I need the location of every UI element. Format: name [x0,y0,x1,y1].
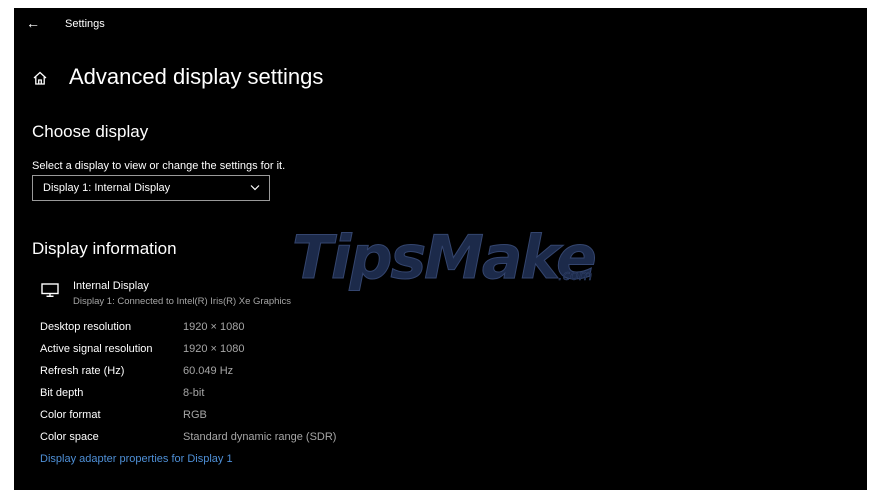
chevron-down-icon [250,185,260,191]
svg-text:.com: .com [558,268,592,284]
svg-text:TipsMake: TipsMake [292,223,595,293]
dropdown-selected-value: Display 1: Internal Display [43,182,171,194]
info-row-color-format: Color format RGB [40,409,640,431]
info-value: 1920 × 1080 [183,343,245,355]
choose-display-heading: Choose display [32,122,149,141]
info-value: RGB [183,409,207,421]
info-value: Standard dynamic range (SDR) [183,431,337,443]
tipsmake-watermark: TipsMake .com [292,223,598,294]
display-info-table: Desktop resolution 1920 × 1080 Active si… [40,321,640,453]
home-icon [33,71,47,85]
info-label: Color space [40,431,99,443]
info-label: Active signal resolution [40,343,153,355]
page-title: Advanced display settings [69,64,324,89]
back-arrow-icon[interactable]: ← [26,15,40,31]
info-value: 60.049 Hz [183,365,234,377]
info-value: 8-bit [183,387,205,399]
display-select-dropdown[interactable]: Display 1: Internal Display [32,175,270,201]
title-bar: ← Settings [14,8,867,38]
display-name: Internal Display [73,280,149,292]
display-information-heading: Display information [32,239,177,258]
info-value: 1920 × 1080 [183,321,245,333]
info-label: Refresh rate (Hz) [40,365,125,377]
info-row-refresh-rate: Refresh rate (Hz) 60.049 Hz [40,365,640,387]
info-row-desktop-resolution: Desktop resolution 1920 × 1080 [40,321,640,343]
monitor-icon [41,283,59,298]
info-label: Desktop resolution [40,321,132,333]
select-display-label: Select a display to view or change the s… [32,160,286,172]
info-label: Bit depth [40,387,84,399]
info-row-color-space: Color space Standard dynamic range (SDR) [40,431,640,453]
info-label: Color format [40,409,101,421]
app-title: Settings [65,18,105,30]
display-connection-info: Display 1: Connected to Intel(R) Iris(R)… [73,296,292,307]
info-row-active-signal-resolution: Active signal resolution 1920 × 1080 [40,343,640,365]
display-adapter-properties-link[interactable]: Display adapter properties for Display 1 [40,453,233,465]
settings-window: ← Settings Advanced display settings Cho… [14,8,867,490]
info-row-bit-depth: Bit depth 8-bit [40,387,640,409]
